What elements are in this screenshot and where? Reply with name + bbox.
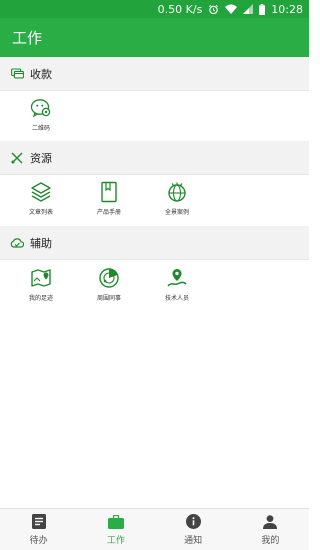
grid-item-article-list[interactable]: 文章列表 <box>14 176 68 224</box>
grid-item-label: 周围同事 <box>96 295 121 302</box>
section-title: 辅助 <box>30 236 52 250</box>
clock-time: 10:28 <box>271 2 303 16</box>
tab-notifications[interactable]: 通知 <box>155 509 232 550</box>
book-icon <box>97 180 121 204</box>
wifi-icon <box>225 4 238 14</box>
technician-icon <box>165 266 189 290</box>
grid-row-resources: 文章列表 产品手册 全景案例 <box>0 176 309 224</box>
radar-icon <box>97 266 121 290</box>
grid-row-payment: 二维码 <box>0 92 309 140</box>
grid-item-label: 二维码 <box>31 125 50 132</box>
battery-icon <box>259 3 266 15</box>
briefcase-icon <box>107 514 124 530</box>
tab-label: 我的 <box>261 535 280 546</box>
payment-icon <box>10 67 24 81</box>
bottom-tab-bar: 待办 工作 通知 我的 <box>0 508 309 550</box>
grid-item-label: 我的足迹 <box>28 295 53 302</box>
section-title: 资源 <box>30 151 52 165</box>
grid-row-assist: 我的足迹 周围同事 技术人员 <box>0 262 309 310</box>
app-bar: 工作 <box>0 18 309 57</box>
layers-icon <box>29 180 53 204</box>
grid-item-panorama-cases[interactable]: 全景案例 <box>150 176 204 224</box>
info-icon <box>185 514 201 530</box>
signal-icon <box>243 4 254 14</box>
section-header-assist: 辅助 <box>0 226 309 260</box>
section-header-resources: 资源 <box>0 141 309 175</box>
network-speed: 0.50 K/s <box>157 2 203 16</box>
grid-item-label: 全景案例 <box>164 209 189 216</box>
page-title: 工作 <box>12 29 43 47</box>
alarm-icon <box>208 4 219 15</box>
tab-work[interactable]: 工作 <box>77 509 154 550</box>
todo-icon <box>31 514 47 530</box>
grid-item-label: 产品手册 <box>96 209 121 216</box>
tab-todo[interactable]: 待办 <box>0 509 77 550</box>
map-icon <box>29 266 53 290</box>
panorama-icon <box>165 180 189 204</box>
wechat-icon <box>29 96 53 120</box>
tab-label: 通知 <box>184 535 203 546</box>
tab-label: 工作 <box>106 535 125 546</box>
person-icon <box>262 514 278 530</box>
status-bar: 0.50 K/s 10:28 <box>0 0 309 18</box>
section-header-payment: 收款 <box>0 57 309 91</box>
tools-icon <box>10 151 24 165</box>
tab-label: 待办 <box>29 535 48 546</box>
cloud-icon <box>10 236 24 250</box>
grid-item-technicians[interactable]: 技术人员 <box>150 262 204 310</box>
grid-item-my-footprint[interactable]: 我的足迹 <box>14 262 68 310</box>
grid-item-label: 技术人员 <box>164 295 189 302</box>
section-title: 收款 <box>30 67 52 81</box>
tab-mine[interactable]: 我的 <box>232 509 309 550</box>
grid-item-product-manual[interactable]: 产品手册 <box>82 176 136 224</box>
grid-item-qrcode[interactable]: 二维码 <box>14 92 68 140</box>
grid-item-nearby-colleagues[interactable]: 周围同事 <box>82 262 136 310</box>
grid-item-label: 文章列表 <box>28 209 53 216</box>
